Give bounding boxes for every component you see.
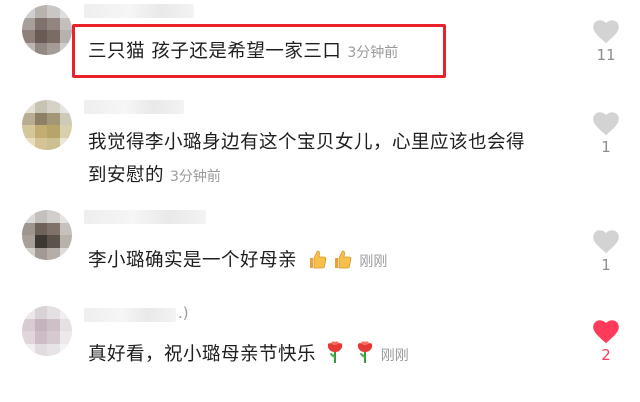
heart-icon [593,230,619,254]
comment-item: 我觉得李小璐身边有这个宝贝女儿，心里应该也会得 到安慰的 3分钟前 1 [0,90,640,200]
username-blurred[interactable] [84,4,194,18]
rose-icon [328,341,343,363]
like-button[interactable]: 11 [584,18,628,64]
comment-time: 刚刚 [359,254,388,270]
comment-text: 真好看，祝小璐母亲节快乐 刚刚 [88,338,409,373]
comment-item: .) 真好看，祝小璐母亲节快乐 刚刚 2 [0,298,640,402]
like-button[interactable]: 2 [584,318,628,364]
like-count: 11 [596,46,616,64]
username-suffix: .) [178,304,189,322]
avatar[interactable] [22,210,72,260]
thumbs-up-icon [310,250,327,269]
username-blurred[interactable] [84,308,176,322]
avatar[interactable] [22,100,72,150]
like-count: 2 [601,346,611,364]
comment-item: 李小璐确实是一个好母亲 刚刚 1 [0,200,640,298]
like-count: 1 [601,138,611,156]
comment-time: 刚刚 [380,348,409,364]
highlight-box [72,24,446,78]
heart-icon [593,20,619,44]
like-button[interactable]: 1 [584,228,628,274]
username-blurred[interactable] [84,210,206,224]
comment-text: 李小璐确实是一个好母亲 刚刚 [88,250,388,271]
rose-icon [357,341,372,363]
like-count: 1 [601,256,611,274]
thumbs-up-icon [335,250,352,269]
heart-icon [593,112,619,136]
like-button[interactable]: 1 [584,110,628,156]
comment-time: 3分钟前 [170,169,221,185]
avatar[interactable] [22,306,72,356]
username-blurred[interactable] [84,100,184,114]
comment-text: 我觉得李小璐身边有这个宝贝女儿，心里应该也会得 到安慰的 3分钟前 [88,132,526,186]
heart-icon [593,320,619,344]
avatar[interactable] [22,5,72,55]
